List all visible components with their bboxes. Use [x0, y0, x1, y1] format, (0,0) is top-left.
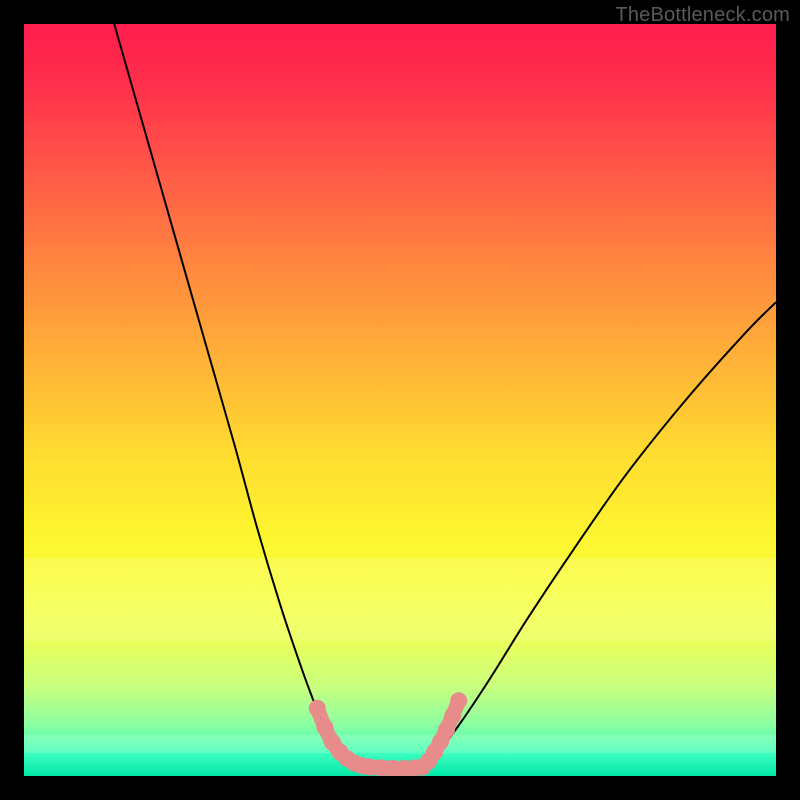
watermark-text: TheBottleneck.com [615, 4, 790, 27]
curve-left-curve [114, 24, 370, 767]
chart-plot-area [24, 24, 776, 776]
chart-svg [24, 24, 776, 776]
highlight-right [414, 692, 467, 775]
curve-right-curve [423, 302, 776, 767]
